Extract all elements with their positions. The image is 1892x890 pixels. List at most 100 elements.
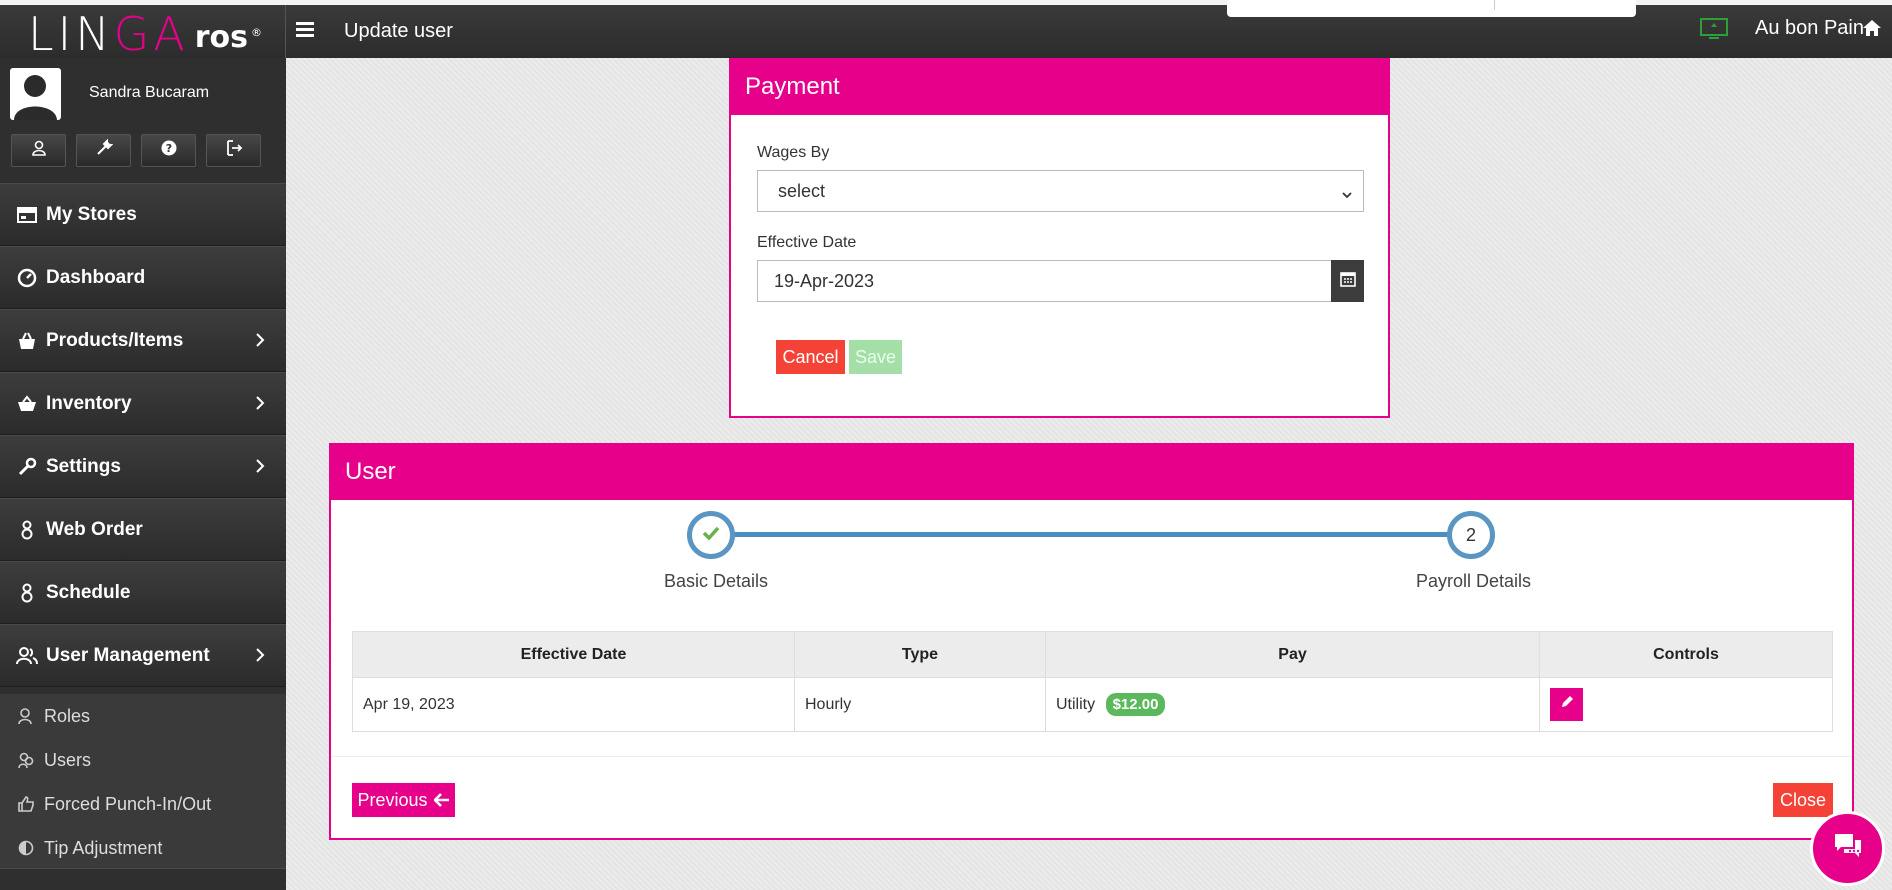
page-title: Update user — [344, 20, 453, 42]
close-button[interactable]: Close — [1773, 783, 1833, 817]
sidebar-item-schedule[interactable]: Schedule — [0, 561, 286, 624]
sidebar-subitem-label: Users — [44, 749, 92, 770]
user-panel-title: User — [345, 458, 396, 485]
chat-widget-button[interactable] — [1810, 811, 1885, 886]
user-panel-header: User — [331, 444, 1852, 500]
help-button[interactable]: ? — [141, 134, 196, 167]
save-button[interactable]: Save — [849, 340, 902, 374]
column-header: Effective Date — [352, 631, 795, 678]
pay-amount-badge: $12.00 — [1105, 693, 1166, 716]
arrow-left-icon — [433, 793, 450, 807]
linga-logo[interactable]: LIN GA ros ® — [28, 11, 268, 57]
chevron-right-icon — [254, 395, 266, 411]
chevron-down-icon — [1341, 185, 1353, 199]
sidebar-item-label: My Stores — [46, 203, 137, 225]
sidebar-item-dashboard[interactable]: Dashboard — [0, 246, 286, 309]
sidebar-subitem-forced-punch[interactable]: Forced Punch-In/Out — [0, 782, 286, 826]
cell-type: Hourly — [794, 677, 1046, 732]
logout-button[interactable] — [206, 134, 261, 167]
store-icon — [16, 204, 38, 226]
sidebar-subitem-label: Tip Adjustment — [44, 837, 163, 858]
logo-text: LIN — [28, 7, 114, 61]
web-order-icon — [16, 519, 38, 541]
wages-by-label: Wages By — [757, 144, 830, 161]
sidebar-item-label: Schedule — [46, 581, 131, 603]
basket-icon — [16, 330, 38, 352]
column-header: Pay — [1045, 631, 1540, 678]
role-icon — [16, 706, 36, 726]
sidebar-subitem-tip-adjustment[interactable]: Tip Adjustment — [0, 826, 286, 870]
sidebar-item-user-management[interactable]: User Management — [0, 624, 286, 687]
sidebar-nav: My Stores Dashboard Products/Items Inven… — [0, 183, 286, 687]
payment-header: Payment — [731, 58, 1388, 115]
check-icon — [702, 525, 720, 546]
cell-controls — [1539, 677, 1833, 732]
sidebar-item-label: Settings — [46, 455, 121, 477]
schedule-icon — [16, 582, 38, 604]
users-small-icon — [16, 750, 36, 770]
effective-date-value: 19-Apr-2023 — [774, 270, 875, 291]
edit-button[interactable] — [1550, 688, 1583, 721]
menu-toggle-icon[interactable] — [296, 22, 314, 38]
payment-panel: Payment Wages By select Effective Date 1… — [729, 58, 1390, 418]
chevron-right-icon — [254, 647, 266, 663]
column-header: Controls — [1539, 631, 1833, 678]
wages-by-select[interactable]: select — [757, 170, 1364, 212]
cell-effective-date: Apr 19, 2023 — [352, 677, 795, 732]
logo-registered-mark: ® — [251, 25, 262, 39]
tools-icon — [95, 138, 113, 162]
chevron-right-icon — [254, 458, 266, 474]
avatar[interactable] — [10, 68, 61, 120]
user-panel: User Basic Details 2 Payroll Details Eff… — [329, 443, 1854, 840]
step-label-basic-details: Basic Details — [664, 571, 769, 591]
sidebar-subitem-users[interactable]: Users — [0, 738, 286, 782]
step-connector — [711, 532, 1471, 537]
cancel-button[interactable]: Cancel — [776, 340, 845, 374]
sidebar-item-web-order[interactable]: Web Order — [0, 498, 286, 561]
cart-icon — [16, 393, 38, 415]
sidebar-item-label: User Management — [46, 644, 210, 666]
cell-pay: Utility $12.00 — [1045, 677, 1540, 732]
sidebar-item-label: Dashboard — [46, 266, 146, 288]
profile-button[interactable] — [11, 134, 66, 167]
footer-divider — [331, 756, 1852, 757]
table-row: Apr 19, 2023 Hourly Utility $12.00 — [352, 677, 1833, 732]
previous-button[interactable]: Previous — [352, 783, 455, 817]
user-icon — [31, 140, 47, 161]
user-name: Sandra Bucaram — [89, 84, 210, 101]
help-icon: ? — [161, 140, 177, 161]
payment-title: Payment — [745, 72, 840, 100]
wages-by-value: select — [778, 180, 826, 201]
pay-label: Utility — [1056, 696, 1096, 713]
previous-label: Previous — [357, 789, 428, 810]
monitor-icon[interactable] — [1699, 17, 1729, 41]
wrench-icon — [16, 456, 38, 478]
calendar-button[interactable] — [1331, 260, 1364, 302]
effective-date-label: Effective Date — [757, 234, 857, 251]
svg-text:?: ? — [165, 142, 171, 155]
thumbs-icon — [16, 794, 36, 814]
top-divider — [285, 5, 286, 58]
logout-icon — [225, 139, 243, 162]
sidebar-item-my-stores[interactable]: My Stores — [0, 183, 286, 246]
step-basic-details[interactable] — [687, 511, 735, 559]
sidebar: Sandra Bucaram ? My Stores Dashboard Pro… — [0, 58, 286, 890]
tools-button[interactable] — [76, 134, 131, 167]
logo-suffix-text: ros — [194, 20, 248, 55]
effective-date-input[interactable]: 19-Apr-2023 — [757, 260, 1332, 302]
calendar-icon — [1339, 271, 1356, 292]
profile-buttons: ? — [11, 134, 271, 167]
sidebar-subitem-label: Forced Punch-In/Out — [44, 793, 212, 814]
sidebar-item-products[interactable]: Products/Items — [0, 309, 286, 372]
payroll-table: Effective Date Type Pay Controls Apr 19,… — [352, 631, 1833, 732]
store-name[interactable]: Au bon Pain — [1755, 17, 1864, 40]
dashboard-icon — [16, 267, 38, 289]
stepper: Basic Details 2 Payroll Details — [331, 509, 1852, 609]
step-payroll-details[interactable]: 2 — [1447, 511, 1495, 559]
sidebar-subitem-roles[interactable]: Roles — [0, 694, 286, 738]
step-number: 2 — [1465, 524, 1476, 545]
home-icon[interactable] — [1862, 18, 1882, 38]
sidebar-item-settings[interactable]: Settings — [0, 435, 286, 498]
sidebar-item-inventory[interactable]: Inventory — [0, 372, 286, 435]
top-search-box[interactable] — [1227, 0, 1636, 17]
